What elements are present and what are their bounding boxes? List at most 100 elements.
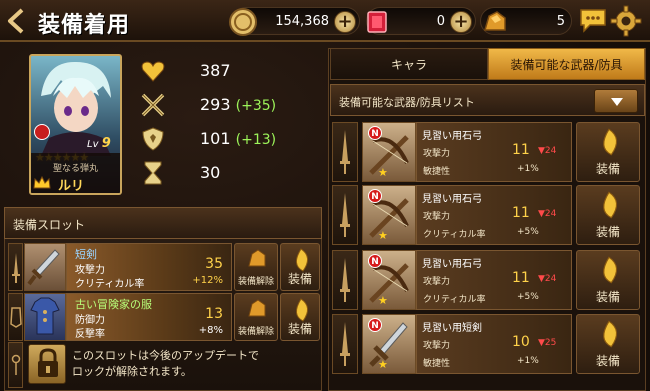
equipped-weapon-row[interactable]: 短剣 攻撃力 クリティカル率 35 +12% 装備解除 装備 [8, 243, 320, 291]
rarity-badge: N [368, 189, 382, 203]
tab-chara[interactable]: キャラ [330, 48, 488, 80]
list-item[interactable]: N ★ 見習い用石弓 攻撃力 クリティカル率 11 ▼24 +5% 装備 [332, 250, 644, 310]
stat-attack: 293 (+35) [140, 92, 320, 118]
item-list-header: 装備可能な武器/防具リスト [330, 84, 645, 116]
crossed-swords-icon [141, 93, 165, 117]
item-name: 見習い用石弓 [422, 131, 482, 142]
chat-bubble-icon[interactable] [578, 6, 608, 34]
coin-amount: 154,368 [275, 14, 329, 29]
item-type-tab [332, 314, 358, 374]
item-diff: ▼24 [538, 209, 557, 219]
locked-slot-tab [8, 342, 23, 388]
sword-slot-icon [340, 193, 350, 237]
attack-value: 293 (+35) [200, 95, 277, 114]
item-diff: ▼24 [538, 274, 557, 284]
equip-button[interactable]: 装備 [576, 250, 640, 310]
header-bar: 装備着用 154,368 + 0 + 5 [0, 0, 650, 42]
item-stat1: 攻撃力 [423, 277, 451, 287]
hourglass-icon [144, 161, 162, 185]
equip-slot-header: 装備スロット [4, 207, 322, 239]
locked-slot-row: このスロットは今後のアップデートで ロックが解除されます。 [8, 342, 318, 388]
golden-leaf-icon [603, 128, 618, 156]
item-pct: +5% [517, 227, 539, 237]
character-title: 聖なる弾丸 [52, 164, 98, 174]
golden-leaf-icon [603, 256, 618, 284]
stat-defense: 101 (+13) [140, 126, 320, 152]
item-stat1: 攻撃力 [423, 341, 451, 351]
sort-dropdown-button[interactable] [594, 89, 638, 113]
item-info: 見習い用石弓 攻撃力 敏捷性 11 ▼24 +1% [416, 122, 572, 182]
item-value: 10 [512, 334, 530, 350]
star-icon: ★ [378, 358, 388, 371]
add-coins-button[interactable]: + [334, 11, 356, 33]
gold-ore-icon [248, 249, 266, 267]
speed-value: 30 [200, 163, 221, 182]
equipped-armor-stat2: 反撃率 [75, 329, 105, 340]
gold-ore-icon [248, 299, 266, 317]
item-pct: +1% [517, 164, 539, 174]
back-arrow-icon[interactable] [6, 8, 26, 34]
item-stat1: 攻撃力 [423, 149, 451, 159]
star-icon: ★ [378, 166, 388, 179]
page-title: 装備着用 [38, 13, 131, 38]
sword-slot-icon [340, 322, 350, 366]
equipped-armor-value1: 13 [205, 306, 223, 322]
item-value: 11 [512, 270, 530, 286]
sword-slot-icon [12, 253, 20, 283]
equip-slot-heading: 装備スロット [13, 218, 86, 232]
gold-ore-icon [484, 11, 506, 31]
equipped-armor-stat1: 防御力 [75, 315, 105, 326]
equipped-weapon-info: 短剣 攻撃力 クリティカル率 35 +12% [66, 243, 232, 291]
equip-button[interactable]: 装備 [576, 122, 640, 182]
equipped-weapon-value2: +12% [192, 275, 223, 286]
dagger-icon [27, 249, 60, 286]
unequip-armor-button[interactable]: 装備解除 [234, 293, 278, 341]
clothes-thumbnail [24, 293, 66, 341]
item-pct: +1% [517, 356, 539, 366]
gem-amount: 0 [436, 14, 445, 29]
item-type-tab [332, 122, 358, 182]
gold-ore-counter: 5 [480, 7, 572, 35]
equipped-weapon-stat1: 攻撃力 [75, 265, 105, 276]
coin-counter: 154,368 + [229, 7, 360, 36]
equipped-weapon-stat2: クリティカル率 [75, 279, 145, 290]
item-pct: +5% [517, 292, 539, 302]
equip-screen: 装備着用 154,368 + 0 + 5 Lv 9 聖なる弾丸 ルリ 387 2… [0, 0, 650, 391]
rarity-badge: N [368, 126, 382, 140]
armor-slot-icon [10, 307, 22, 328]
character-name: ルリ [58, 179, 85, 194]
equip-weapon-button[interactable]: 装備 [280, 243, 320, 291]
list-item[interactable]: N ★ 見習い用石弓 攻撃力 敏捷性 11 ▼24 +1% 装備 [332, 122, 644, 182]
gem-counter: 0 + [366, 7, 476, 35]
star-icon: ★ [378, 294, 388, 307]
item-stat1: 攻撃力 [423, 212, 451, 222]
gear-icon[interactable] [610, 5, 642, 37]
item-type-tab [332, 185, 358, 245]
item-info: 見習い用石弓 攻撃力 クリティカル率 11 ▼24 +5% [416, 250, 572, 310]
tab-equipable-items[interactable]: 装備可能な武器/防具 [488, 48, 645, 80]
equipped-armor-info: 古い冒険家の服 防御力 反撃率 13 +8% [66, 293, 232, 341]
equipped-armor-name: 古い冒険家の服 [75, 298, 152, 311]
item-name: 見習い用短剣 [422, 323, 482, 334]
star-icon: ★ [378, 229, 388, 242]
equip-armor-button[interactable]: 装備 [280, 293, 320, 341]
item-value: 11 [512, 205, 530, 221]
weapon-slot-tab [8, 243, 23, 291]
add-gems-button[interactable]: + [450, 11, 472, 33]
equip-button[interactable]: 装備 [576, 185, 640, 245]
class-emblem-icon [34, 124, 50, 140]
item-stat2: 敏捷性 [423, 359, 451, 369]
unequip-weapon-button[interactable]: 装備解除 [234, 243, 278, 291]
list-item[interactable]: N ★ 見習い用石弓 攻撃力 クリティカル率 11 ▼24 +5% 装備 [332, 185, 644, 245]
item-stat2: クリティカル率 [423, 230, 486, 240]
item-stat2: クリティカル率 [423, 295, 486, 305]
armor-slot-tab [8, 293, 23, 341]
equipped-armor-row[interactable]: 古い冒険家の服 防御力 反撃率 13 +8% 装備解除 装備 [8, 293, 320, 341]
item-name: 見習い用石弓 [422, 194, 482, 205]
list-item[interactable]: N ★ 見習い用短剣 攻撃力 敏捷性 10 ▼25 +1% 装備 [332, 314, 644, 374]
golden-leaf-icon [603, 320, 618, 348]
item-value: 11 [512, 142, 530, 158]
padlock-icon [28, 344, 66, 384]
equip-button[interactable]: 装備 [576, 314, 640, 374]
equipped-weapon-name: 短剣 [75, 248, 97, 261]
